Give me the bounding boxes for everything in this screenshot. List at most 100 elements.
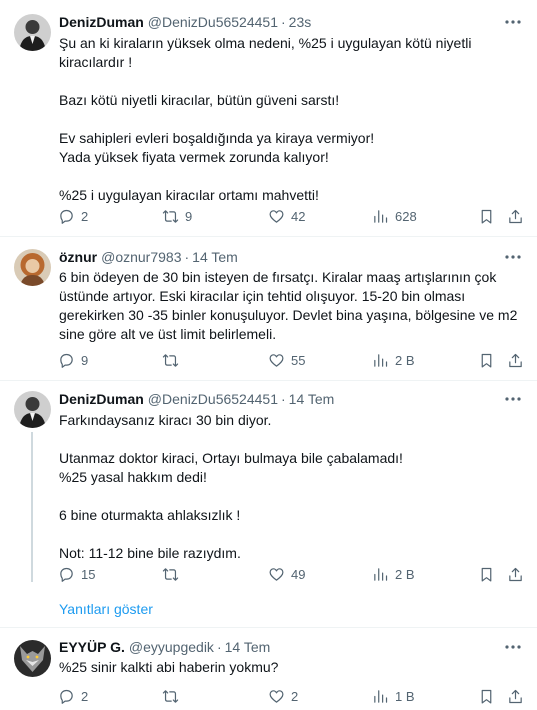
tweet-header: DenizDuman @DenizDu56524451 · 14 Tem — [59, 389, 334, 409]
share-icon — [509, 567, 522, 581]
display-name[interactable]: öznur — [59, 249, 97, 265]
more-options-button[interactable] — [503, 12, 523, 32]
like-button[interactable]: 2 — [268, 685, 298, 707]
avatar[interactable] — [14, 249, 51, 286]
tweet-text: %25 sinir kalkti abi haberin yokmu? — [59, 659, 279, 675]
reply-tweet[interactable]: öznur @oznur7983 · 14 Tem 6 bin ödeyen d… — [0, 237, 537, 380]
retweet-icon — [162, 689, 179, 703]
retweet-button[interactable] — [162, 685, 179, 707]
tweet-header: EYYÜP G. @eyyupgedik · 14 Tem — [59, 637, 270, 657]
reply-button[interactable]: 15 — [58, 563, 95, 585]
more-options-button[interactable] — [503, 389, 523, 409]
like-count: 2 — [291, 688, 299, 704]
share-icon — [509, 689, 522, 703]
more-options-button[interactable] — [503, 637, 523, 657]
reply-button[interactable]: 9 — [58, 349, 88, 371]
share-button[interactable] — [507, 205, 524, 227]
display-name[interactable]: DenizDuman — [59, 391, 144, 407]
heart-icon — [269, 567, 284, 581]
tweet-main[interactable]: DenizDuman @DenizDu56524451 · 23s Şu an … — [0, 0, 537, 236]
tweet-actions: 2 9 42 628 — [54, 205, 526, 227]
retweet-button[interactable]: 9 — [162, 205, 192, 227]
like-count: 42 — [291, 208, 306, 224]
separator-dot: · — [281, 391, 286, 407]
separator-dot: · — [281, 14, 286, 30]
separator-dot: · — [216, 639, 222, 655]
reply-count: 2 — [81, 208, 89, 224]
more-options-button[interactable] — [503, 247, 523, 267]
more-horizontal-icon — [505, 255, 521, 259]
thread-line — [31, 432, 33, 582]
retweet-button[interactable] — [162, 563, 179, 585]
user-handle[interactable]: @DenizDu56524451 — [148, 391, 278, 407]
reply-button[interactable]: 2 — [58, 205, 88, 227]
tweet-text: Farkındaysanız kiracı 30 bin diyor. Utan… — [59, 412, 403, 561]
share-icon — [509, 353, 522, 367]
timestamp[interactable]: 14 Tem — [225, 639, 271, 655]
display-name[interactable]: EYYÜP G. — [59, 639, 125, 655]
share-icon — [509, 209, 522, 223]
views-chart-icon — [374, 567, 388, 581]
reply-icon — [60, 353, 73, 368]
tweet-header: DenizDuman @DenizDu56524451 · 23s — [59, 12, 311, 32]
bookmark-icon — [481, 209, 492, 223]
like-button[interactable]: 49 — [268, 563, 305, 585]
reply-count: 15 — [81, 566, 96, 582]
timestamp[interactable]: 14 Tem — [289, 391, 335, 407]
more-horizontal-icon — [505, 645, 521, 649]
reply-icon — [60, 209, 73, 224]
reply-tweet[interactable]: EYYÜP G. @eyyupgedik · 14 Tem %25 sinir … — [0, 628, 537, 710]
like-count: 55 — [291, 352, 306, 368]
share-button[interactable] — [507, 685, 524, 707]
separator-dot: · — [184, 249, 190, 265]
user-handle[interactable]: @DenizDu56524451 — [148, 14, 278, 30]
timestamp[interactable]: 14 Tem — [192, 249, 238, 265]
tweet-actions: 15 49 2 B — [54, 563, 526, 585]
like-button[interactable]: 55 — [268, 349, 305, 371]
share-button[interactable] — [507, 349, 524, 371]
tweet-actions: 2 2 1 B — [54, 685, 526, 707]
retweet-icon — [162, 353, 179, 367]
bookmark-icon — [481, 353, 492, 367]
show-replies-link[interactable]: Yanıtları göster — [59, 601, 153, 617]
tweet-text: 6 bin ödeyen de 30 bin isteyen de fırsat… — [59, 269, 518, 342]
views-button[interactable]: 2 B — [372, 563, 415, 585]
timestamp[interactable]: 23s — [289, 14, 312, 30]
reply-count: 2 — [81, 688, 89, 704]
display-name[interactable]: DenizDuman — [59, 14, 144, 30]
user-handle[interactable]: @eyyupgedik — [129, 639, 214, 655]
retweet-icon — [162, 567, 179, 581]
view-count: 1 B — [395, 688, 415, 704]
bookmark-button[interactable] — [478, 205, 495, 227]
user-handle[interactable]: @oznur7983 — [101, 249, 181, 265]
like-count: 49 — [291, 566, 306, 582]
bookmark-button[interactable] — [478, 349, 495, 371]
reply-icon — [60, 567, 73, 582]
views-chart-icon — [374, 353, 388, 367]
bookmark-button[interactable] — [478, 685, 495, 707]
bookmark-icon — [481, 689, 492, 703]
retweet-button[interactable] — [162, 349, 179, 371]
view-count: 2 B — [395, 352, 415, 368]
share-button[interactable] — [507, 563, 524, 585]
reply-button[interactable]: 2 — [58, 685, 88, 707]
view-count: 2 B — [395, 566, 415, 582]
view-count: 628 — [395, 208, 417, 224]
avatar[interactable] — [14, 14, 51, 51]
views-chart-icon — [374, 209, 388, 223]
reply-icon — [60, 689, 73, 704]
like-button[interactable]: 42 — [268, 205, 305, 227]
bookmark-button[interactable] — [478, 563, 495, 585]
heart-icon — [269, 353, 284, 367]
views-button[interactable]: 628 — [372, 205, 417, 227]
author-reply-tweet[interactable]: DenizDuman @DenizDu56524451 · 14 Tem Far… — [0, 381, 537, 591]
tweet-header: öznur @oznur7983 · 14 Tem — [59, 247, 238, 267]
more-horizontal-icon — [505, 20, 521, 24]
views-button[interactable]: 1 B — [372, 685, 415, 707]
retweet-icon — [162, 209, 179, 223]
more-horizontal-icon — [505, 397, 521, 401]
views-button[interactable]: 2 B — [372, 349, 415, 371]
tweet-text: Şu an ki kiraların yüksek olma nedeni, %… — [59, 35, 472, 203]
avatar[interactable] — [14, 391, 51, 428]
avatar[interactable] — [14, 640, 51, 677]
